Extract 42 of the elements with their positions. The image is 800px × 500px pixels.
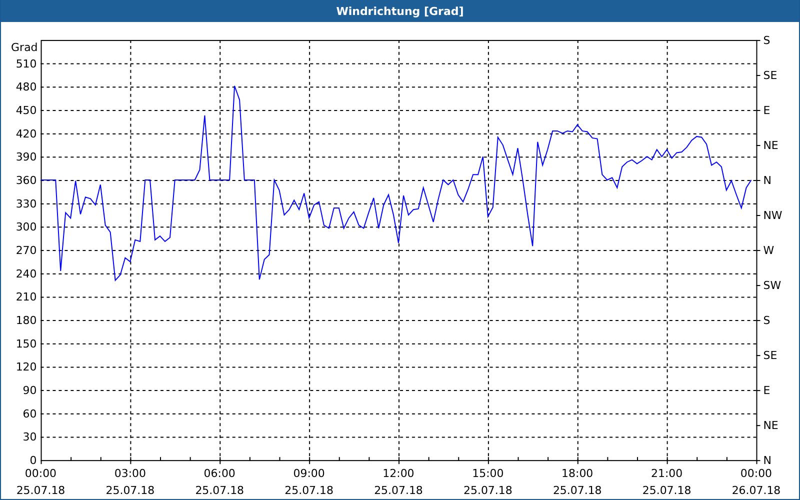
y-tick-label: 300 bbox=[16, 220, 37, 234]
x-tick-label: 12:00 25.07.18 bbox=[374, 467, 423, 497]
x-tick-label: 03:00 25.07.18 bbox=[106, 467, 155, 497]
direction-label: SE bbox=[763, 68, 778, 82]
x-tick-label: 06:00 25.07.18 bbox=[195, 467, 244, 497]
y-tick-label: 30 bbox=[22, 430, 37, 444]
direction-label: N bbox=[763, 454, 772, 468]
y-tick-label: 150 bbox=[16, 337, 37, 350]
direction-label: NE bbox=[763, 138, 778, 152]
y-tick-label: 120 bbox=[16, 360, 37, 374]
x-tick-label: 00:00 26.07.18 bbox=[732, 467, 781, 497]
x-tick-label: 21:00 25.07.18 bbox=[642, 467, 692, 497]
y-tick-label: 270 bbox=[16, 244, 37, 258]
y-tick-label: 510 bbox=[16, 57, 37, 70]
x-tick-label: 18:00 25.07.18 bbox=[552, 467, 602, 497]
x-tick-label: 00:00 25.07.18 bbox=[16, 467, 66, 497]
y-tick-label: 210 bbox=[16, 290, 37, 304]
y-tick-label: 90 bbox=[22, 384, 37, 398]
window-title: Windrichtung [Grad] bbox=[336, 4, 464, 18]
direction-label: NE bbox=[763, 419, 778, 432]
direction-label: NW bbox=[763, 209, 782, 222]
direction-label: S bbox=[763, 34, 770, 47]
direction-label: SW bbox=[763, 279, 782, 292]
x-tick-label: 09:00 25.07.18 bbox=[284, 467, 334, 497]
y-tick-label: 330 bbox=[16, 197, 37, 210]
y-tick-label: 420 bbox=[16, 127, 37, 140]
y-tick-label: 60 bbox=[22, 407, 37, 420]
y-tick-label: 360 bbox=[16, 174, 37, 187]
y-tick-label: 0 bbox=[30, 454, 37, 468]
y-axis-label: Grad bbox=[11, 40, 38, 54]
direction-label: E bbox=[763, 104, 770, 117]
direction-label: W bbox=[763, 244, 774, 258]
y-tick-label: 450 bbox=[16, 104, 37, 117]
x-tick-label: 15:00 25.07.18 bbox=[464, 467, 512, 497]
direction-label: N bbox=[763, 174, 772, 187]
y-tick-label: 240 bbox=[16, 267, 37, 280]
y-tick-label: 180 bbox=[16, 314, 37, 328]
direction-label: E bbox=[763, 384, 770, 398]
direction-label: SE bbox=[763, 349, 778, 362]
y-tick-label: 390 bbox=[16, 150, 37, 164]
direction-label: S bbox=[763, 314, 770, 328]
y-tick-label: 480 bbox=[16, 80, 37, 94]
